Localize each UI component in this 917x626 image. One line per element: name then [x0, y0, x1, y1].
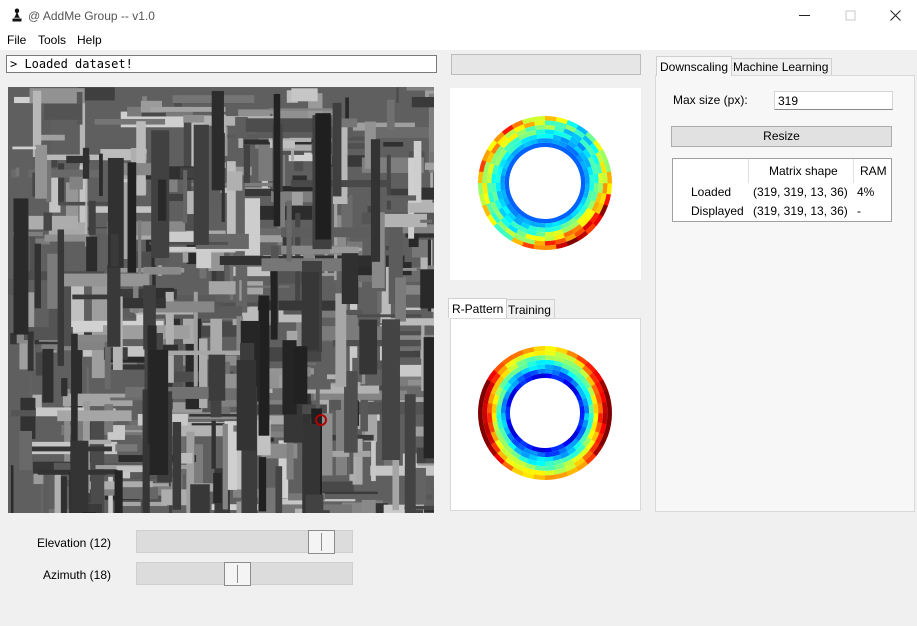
minimize-icon [798, 15, 810, 16]
polar-plot-top [450, 88, 641, 280]
row-loaded-ram: 4% [857, 185, 875, 199]
title-bar: @ AddMe Group -- v1.0 [0, 0, 917, 31]
window-title: @ AddMe Group -- v1.0 [28, 9, 155, 23]
close-button[interactable] [872, 0, 917, 31]
selection-marker [315, 414, 327, 426]
menu-bar: File Tools Help [0, 31, 917, 50]
elevation-label: Elevation (12) [36, 536, 111, 550]
azimuth-slider-thumb[interactable] [224, 562, 251, 586]
polar-ring-bottom [477, 345, 613, 481]
dataset-image-view[interactable] [8, 87, 434, 513]
close-icon [889, 10, 901, 21]
tab-training[interactable]: Training [504, 299, 555, 319]
maximize-button[interactable] [827, 0, 873, 31]
row-loaded-shape: (319, 319, 13, 36) [753, 185, 848, 199]
elevation-slider-thumb[interactable] [308, 530, 335, 554]
tab-machine-learning[interactable]: Machine Learning [729, 58, 833, 75]
polar-ring-top [477, 115, 613, 251]
polar-plot-bottom [450, 318, 641, 511]
max-size-label: Max size (px): [673, 93, 748, 107]
azimuth-label: Azimuth (18) [42, 568, 111, 582]
menu-file[interactable]: File [7, 33, 26, 47]
max-size-input[interactable]: 319 [774, 91, 893, 110]
header-matrix-shape: Matrix shape [769, 164, 838, 178]
header-ram: RAM [860, 164, 887, 178]
progress-bar [451, 54, 641, 75]
row-loaded-label: Loaded [691, 185, 732, 199]
minimize-button[interactable] [781, 0, 827, 31]
console-output: > Loaded dataset! [6, 55, 437, 73]
azimuth-slider[interactable] [136, 562, 353, 586]
chess-pawn-icon [12, 8, 22, 22]
maximize-icon [845, 10, 855, 21]
menu-help[interactable]: Help [77, 33, 102, 47]
row-displayed-label: Displayed [691, 204, 744, 218]
resize-button[interactable]: Resize [671, 126, 892, 147]
matrix-info-table: Matrix shape RAM Loaded (319, 319, 13, 3… [672, 158, 892, 222]
table-divider [853, 159, 854, 183]
row-displayed-ram: - [857, 204, 861, 218]
elevation-slider[interactable] [136, 530, 353, 554]
menu-tools[interactable]: Tools [38, 33, 66, 47]
table-divider [748, 159, 749, 183]
tab-downscaling[interactable]: Downscaling [656, 56, 733, 76]
tab-r-pattern[interactable]: R-Pattern [448, 298, 508, 318]
texture-image [8, 87, 434, 513]
row-displayed-shape: (319, 319, 13, 36) [753, 204, 848, 218]
